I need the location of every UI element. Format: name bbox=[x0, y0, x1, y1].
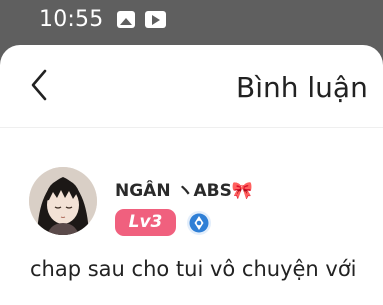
status-time: 10:55 bbox=[39, 7, 104, 32]
comments-sheet: Bình luận NGÂN ヽABS🎀 Lv3 chap sau cho tu… bbox=[0, 45, 383, 305]
header: Bình luận bbox=[0, 45, 383, 128]
back-button[interactable] bbox=[25, 65, 55, 105]
avatar[interactable] bbox=[29, 167, 97, 235]
back-arrow-icon bbox=[31, 69, 47, 101]
gallery-icon bbox=[117, 11, 135, 28]
username[interactable]: NGÂN ヽABS🎀 bbox=[115, 176, 253, 201]
page-title: Bình luận bbox=[236, 71, 368, 104]
status-bar: 10:55 bbox=[0, 0, 383, 44]
video-player-icon bbox=[145, 11, 166, 28]
verified-badge-icon bbox=[186, 210, 212, 236]
comment-text: chap sau cho tui vô chuyện với bbox=[30, 257, 357, 281]
level-badge: Lv3 bbox=[115, 209, 176, 236]
